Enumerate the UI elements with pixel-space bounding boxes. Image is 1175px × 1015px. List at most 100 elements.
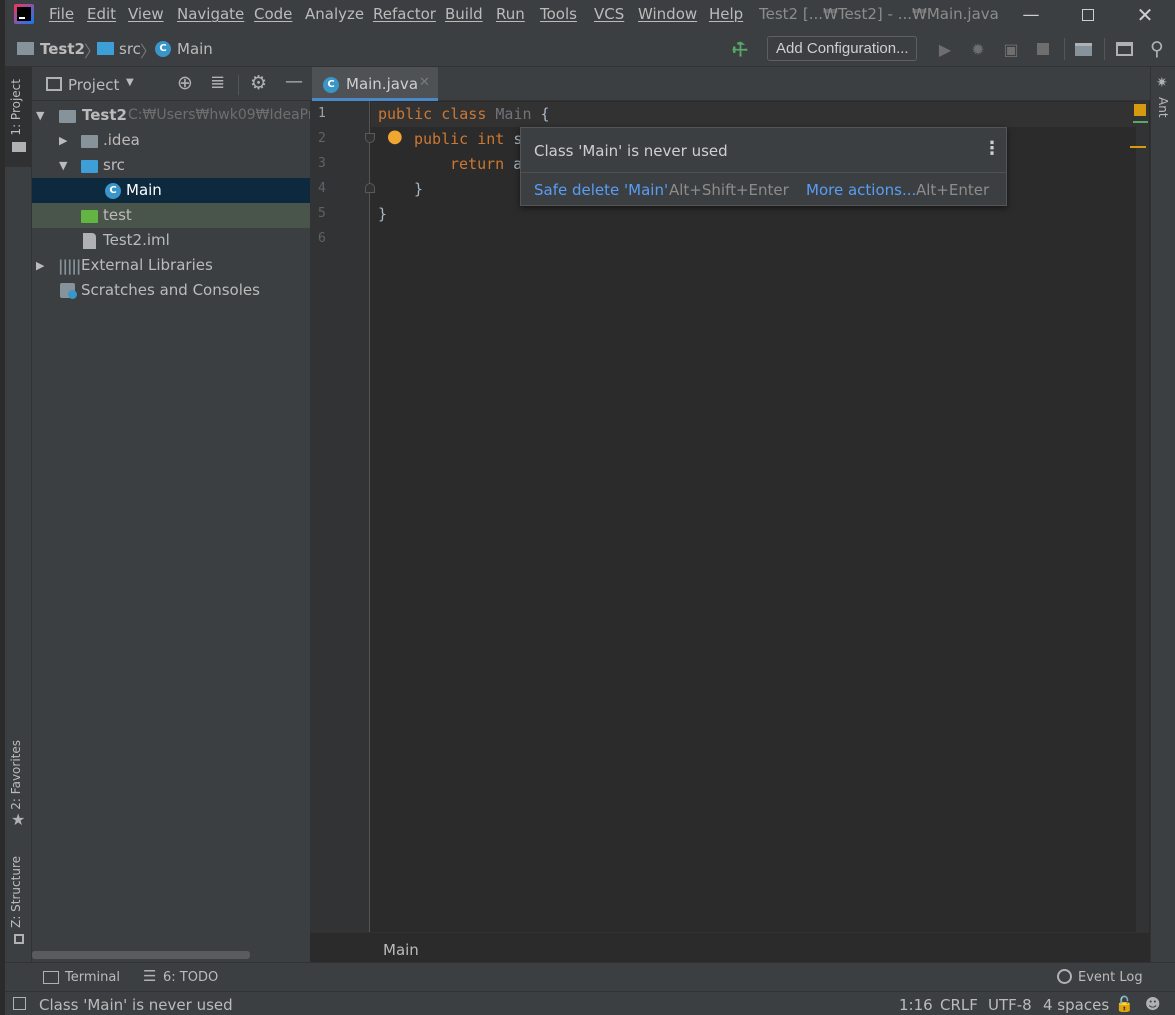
maximize-button[interactable] xyxy=(1065,0,1111,30)
menu-analyze[interactable]: Analyze xyxy=(305,5,364,23)
bottom-tool-bar: Terminal ☰ 6: TODO Event Log xyxy=(5,962,1175,991)
chevron-down-icon[interactable]: ▼ xyxy=(126,77,134,88)
menu-tools[interactable]: Tools xyxy=(540,5,577,23)
tree-item-main[interactable]: C Main xyxy=(32,178,310,203)
locate-file-icon[interactable]: ⊕ xyxy=(177,72,193,94)
maximize-icon xyxy=(1082,9,1094,21)
project-view-selector[interactable]: Project xyxy=(68,76,119,94)
editor-tab-bar: C Main.java ✕ xyxy=(310,67,1175,101)
menu-vcs[interactable]: VCS xyxy=(594,5,624,23)
menu-file[interactable]: File xyxy=(49,5,74,23)
tree-item-label: .idea xyxy=(103,131,140,149)
add-configuration-button[interactable]: Add Configuration... xyxy=(767,36,917,61)
run-anything-icon[interactable] xyxy=(1113,38,1135,60)
collapse-all-icon[interactable]: ≣ xyxy=(210,72,225,93)
iml-file-icon xyxy=(83,233,96,249)
window-title: Test2 [...₩Test2] - ...₩Main.java xyxy=(759,5,999,23)
class-icon: C xyxy=(105,183,121,199)
tree-item-src[interactable]: ▼ src xyxy=(32,153,310,178)
right-tool-strip: ✷ Ant xyxy=(1150,67,1175,962)
status-indent[interactable]: 4 spaces xyxy=(1043,996,1109,1014)
expanded-arrow-icon: ▼ xyxy=(59,159,68,172)
breadcrumb-project[interactable]: Test2 xyxy=(40,40,85,58)
horizontal-scrollbar[interactable] xyxy=(32,951,250,959)
inspector-icon[interactable]: ☻ xyxy=(1145,995,1161,1013)
line-number: 1 xyxy=(318,106,326,121)
close-window-button[interactable]: ✕ xyxy=(1122,0,1168,30)
editor-breadcrumb-main[interactable]: Main xyxy=(383,941,419,959)
status-encoding[interactable]: UTF-8 xyxy=(988,996,1032,1014)
menu-code[interactable]: Code xyxy=(254,5,292,23)
safe-delete-link[interactable]: Safe delete 'Main' xyxy=(534,181,668,199)
breadcrumb-src[interactable]: src xyxy=(119,40,141,58)
fold-marker-icon[interactable] xyxy=(365,183,375,193)
source-folder-icon xyxy=(81,160,98,173)
project-structure-icon[interactable] xyxy=(1072,38,1094,60)
tool-tab-todo[interactable]: 6: TODO xyxy=(163,970,218,985)
more-actions-link[interactable]: More actions... xyxy=(806,181,916,199)
run-with-coverage-icon[interactable]: ▣ xyxy=(1000,38,1022,60)
menu-help[interactable]: Help xyxy=(709,5,743,23)
minimize-icon: — xyxy=(1022,5,1040,25)
class-icon: C xyxy=(323,77,339,93)
menu-edit[interactable]: Edit xyxy=(87,5,116,23)
project-tab-folder-icon xyxy=(12,142,26,152)
menu-build[interactable]: Build xyxy=(445,5,483,23)
menu-view[interactable]: View xyxy=(128,5,164,23)
tab-main-java[interactable]: C Main.java ✕ xyxy=(312,67,438,101)
status-message: Class 'Main' is never used xyxy=(39,996,233,1014)
tree-item-test2-iml[interactable]: Test2.iml xyxy=(32,228,310,253)
tool-tab-structure[interactable]: Z: Structure xyxy=(9,856,23,928)
line-number: 5 xyxy=(318,206,326,221)
error-stripe xyxy=(1130,101,1149,932)
minimize-button[interactable]: — xyxy=(1008,0,1054,30)
tool-tab-terminal[interactable]: Terminal xyxy=(65,970,120,985)
close-tab-icon[interactable]: ✕ xyxy=(419,75,430,90)
safe-delete-shortcut: Alt+Shift+Enter xyxy=(669,181,789,199)
lightbulb-icon[interactable]: ● xyxy=(387,126,403,147)
code-line-3[interactable]: return a xyxy=(450,155,522,173)
scratches-badge-icon xyxy=(68,290,77,299)
status-caret-position[interactable]: 1:16 xyxy=(899,996,933,1014)
tree-item-label: Main xyxy=(126,181,162,199)
toggle-tool-windows-icon[interactable] xyxy=(13,997,26,1010)
tree-item-external-libraries[interactable]: ▶ ||||| External Libraries xyxy=(32,253,310,278)
fold-marker-icon[interactable] xyxy=(365,133,375,143)
warning-indicator-icon[interactable] xyxy=(1134,104,1146,116)
hide-panel-icon[interactable]: — xyxy=(285,71,303,92)
search-everywhere-icon[interactable]: ⚲ xyxy=(1146,38,1168,60)
run-icon[interactable]: ▶ xyxy=(934,38,956,60)
status-line-separator[interactable]: CRLF xyxy=(940,996,978,1014)
code-line-5[interactable]: } xyxy=(378,205,387,223)
build-hammer-icon[interactable]: ⚒ xyxy=(727,35,756,63)
code-line-2[interactable]: public int s xyxy=(414,130,522,148)
library-icon: ||||| xyxy=(58,257,81,275)
project-view-icon xyxy=(46,77,62,91)
todo-icon: ☰ xyxy=(143,967,157,985)
debug-icon[interactable]: ✹ xyxy=(967,38,989,60)
more-options-icon[interactable]: ⋮ xyxy=(983,138,1001,159)
tree-item-label: test xyxy=(103,206,132,224)
menu-window[interactable]: Window xyxy=(638,5,697,23)
tool-tab-event-log[interactable]: Event Log xyxy=(1078,970,1143,985)
menu-navigate[interactable]: Navigate xyxy=(177,5,244,23)
tree-item-test[interactable]: test xyxy=(32,203,310,228)
gear-icon[interactable]: ⚙ xyxy=(250,72,267,94)
tool-tab-ant[interactable]: Ant xyxy=(1156,97,1170,118)
code-line-1[interactable]: public class Main { xyxy=(378,105,550,123)
breadcrumb-separator-icon: 〉 xyxy=(140,42,157,61)
menu-run[interactable]: Run xyxy=(496,5,525,23)
change-marker xyxy=(1133,121,1148,123)
tree-item-scratches[interactable]: Scratches and Consoles xyxy=(32,278,310,303)
tree-item-test2[interactable]: ▼ Test2 C:₩Users₩hwk09₩IdeaProj xyxy=(32,103,310,128)
event-log-icon xyxy=(1057,969,1072,984)
warning-stripe-marker[interactable] xyxy=(1130,146,1146,148)
tool-tab-favorites[interactable]: 2: Favorites xyxy=(9,740,23,810)
tree-item-idea[interactable]: ▶ .idea xyxy=(32,128,310,153)
code-line-4[interactable]: } xyxy=(414,180,423,198)
breadcrumb-main[interactable]: Main xyxy=(177,40,213,58)
tool-tab-project[interactable]: 1: Project xyxy=(9,79,23,136)
menu-refactor[interactable]: Refactor xyxy=(373,5,436,23)
stop-icon[interactable] xyxy=(1032,38,1054,60)
lock-icon[interactable]: 🔓 xyxy=(1115,995,1134,1013)
